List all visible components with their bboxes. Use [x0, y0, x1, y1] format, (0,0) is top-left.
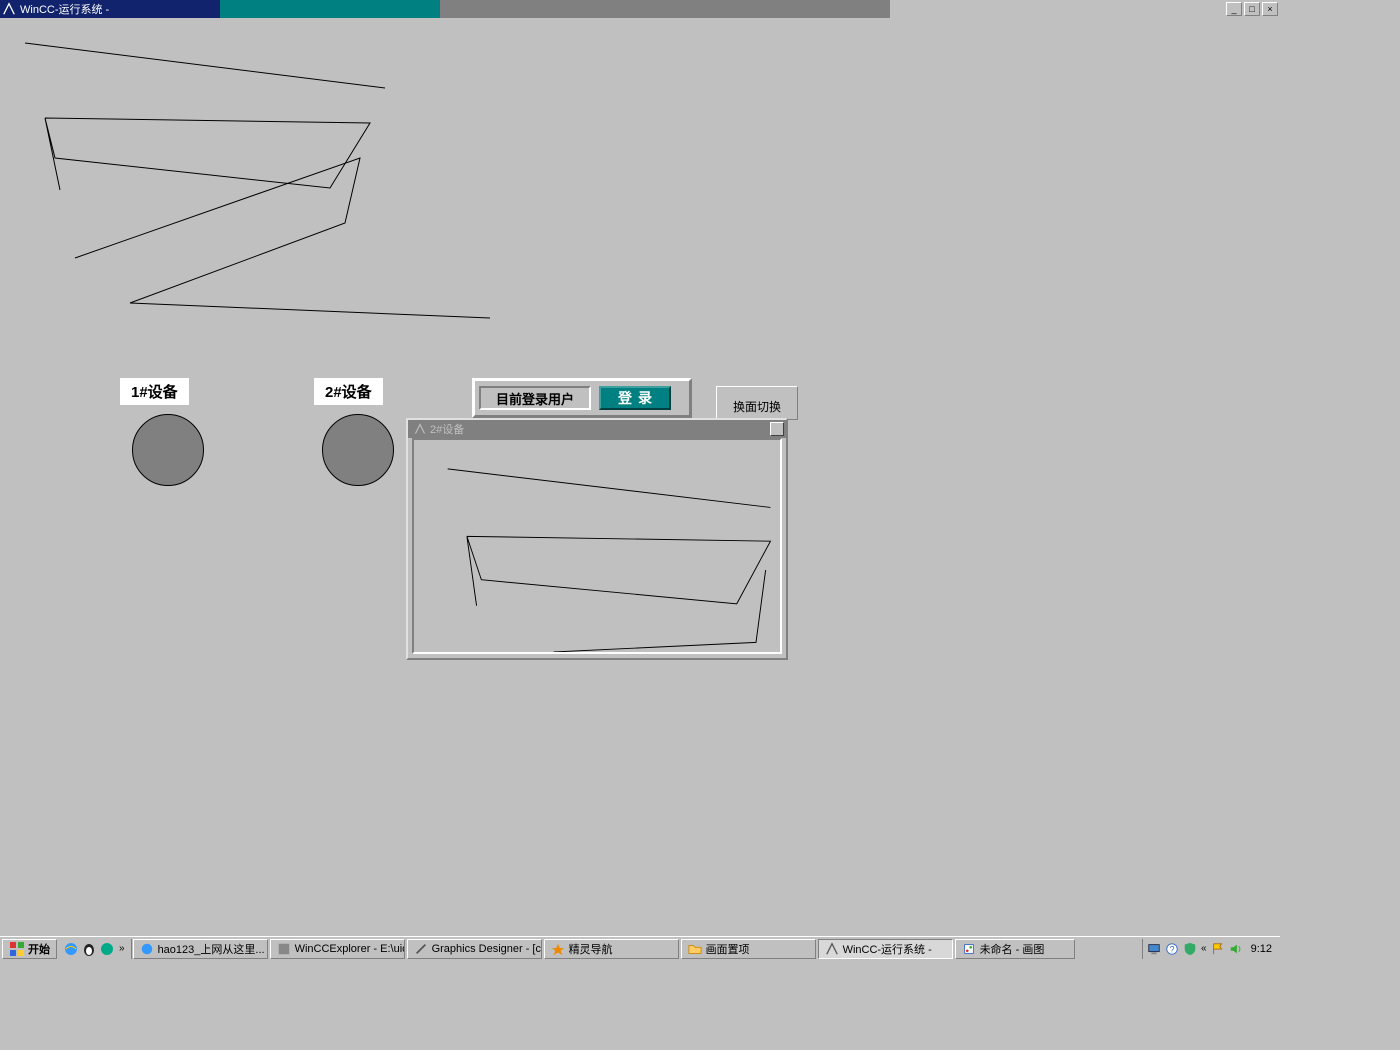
subwindow-close-button[interactable]: × — [770, 422, 784, 436]
desktop-icon[interactable] — [1147, 942, 1161, 956]
graphics-designer-icon — [414, 942, 428, 956]
titlebar-segment-gray — [440, 0, 890, 18]
task-item-4[interactable]: 画面置项 — [681, 939, 816, 959]
canvas-sketch — [0, 18, 900, 418]
task-item-0[interactable]: hao123_上网从这里... — [133, 939, 268, 959]
wizard-icon — [551, 942, 565, 956]
subwindow-body — [412, 438, 782, 654]
switch-button[interactable]: 换面切换 — [733, 398, 781, 415]
device-1-label: 1#设备 — [120, 378, 189, 405]
task-item-6[interactable]: 未命名 - 画图 — [955, 939, 1075, 959]
window-controls: _ □ × — [1226, 0, 1280, 18]
current-user-button[interactable]: 目前登录用户 — [479, 386, 591, 410]
ie-page-icon — [140, 942, 154, 956]
close-button[interactable]: × — [1262, 2, 1278, 16]
mspaint-icon — [962, 942, 976, 956]
subwindow-title: 2#设备 — [430, 421, 464, 437]
maximize-button[interactable]: □ — [1244, 2, 1260, 16]
titlebar-segment-teal — [220, 0, 440, 18]
task-item-2[interactable]: Graphics Designer - [co... — [407, 939, 542, 959]
start-label: 开始 — [28, 941, 50, 957]
device-1-indicator[interactable] — [132, 414, 204, 486]
tray-chevron[interactable]: « — [1201, 943, 1207, 954]
app-icon — [2, 2, 16, 16]
minimize-button[interactable]: _ — [1226, 2, 1242, 16]
titlebar-rest — [890, 0, 1226, 18]
browser-icon[interactable] — [99, 941, 115, 957]
task-item-5[interactable]: WinCC-运行系统 - — [818, 939, 953, 959]
subwindow-app-icon — [414, 423, 426, 435]
help-icon[interactable]: ? — [1165, 942, 1179, 956]
task-item-3[interactable]: 精灵导航 — [544, 939, 679, 959]
login-panel: 目前登录用户 登录 — [472, 378, 692, 418]
device-2-indicator[interactable] — [322, 414, 394, 486]
device-2-label: 2#设备 — [314, 378, 383, 405]
volume-icon[interactable] — [1229, 942, 1243, 956]
titlebar-active[interactable]: WinCC-运行系统 - — [0, 0, 220, 18]
penguin-icon[interactable] — [81, 941, 97, 957]
login-button[interactable]: 登录 — [599, 386, 671, 410]
subwindow-titlebar[interactable]: 2#设备 × — [408, 420, 786, 438]
switch-panel: 换面切换 — [716, 386, 798, 420]
clock[interactable]: 9:12 — [1247, 943, 1276, 955]
start-button[interactable]: 开始 — [2, 939, 57, 959]
quick-launch: » — [59, 939, 132, 959]
titlebar: WinCC-运行系统 - _ □ × — [0, 0, 1280, 18]
flag-icon[interactable] — [1211, 942, 1225, 956]
taskbar: 开始 » hao123_上网从这里... WinCCExplorer - E:\… — [0, 936, 1280, 960]
ie-icon[interactable] — [63, 941, 79, 957]
system-tray: ? « 9:12 — [1142, 939, 1280, 959]
task-item-1[interactable]: WinCCExplorer - E:\uio... — [270, 939, 405, 959]
window-title: WinCC-运行系统 - — [20, 1, 109, 17]
svg-text:?: ? — [1170, 944, 1175, 954]
folder-icon — [688, 942, 702, 956]
windows-logo-icon — [9, 941, 25, 957]
wincc-explorer-icon — [277, 942, 291, 956]
shield-icon[interactable] — [1183, 942, 1197, 956]
subwindow-sketch — [414, 440, 780, 652]
wincc-runtime-icon — [825, 942, 839, 956]
subwindow-device2[interactable]: 2#设备 × — [406, 418, 788, 660]
quick-launch-chevron[interactable]: » — [117, 943, 127, 954]
